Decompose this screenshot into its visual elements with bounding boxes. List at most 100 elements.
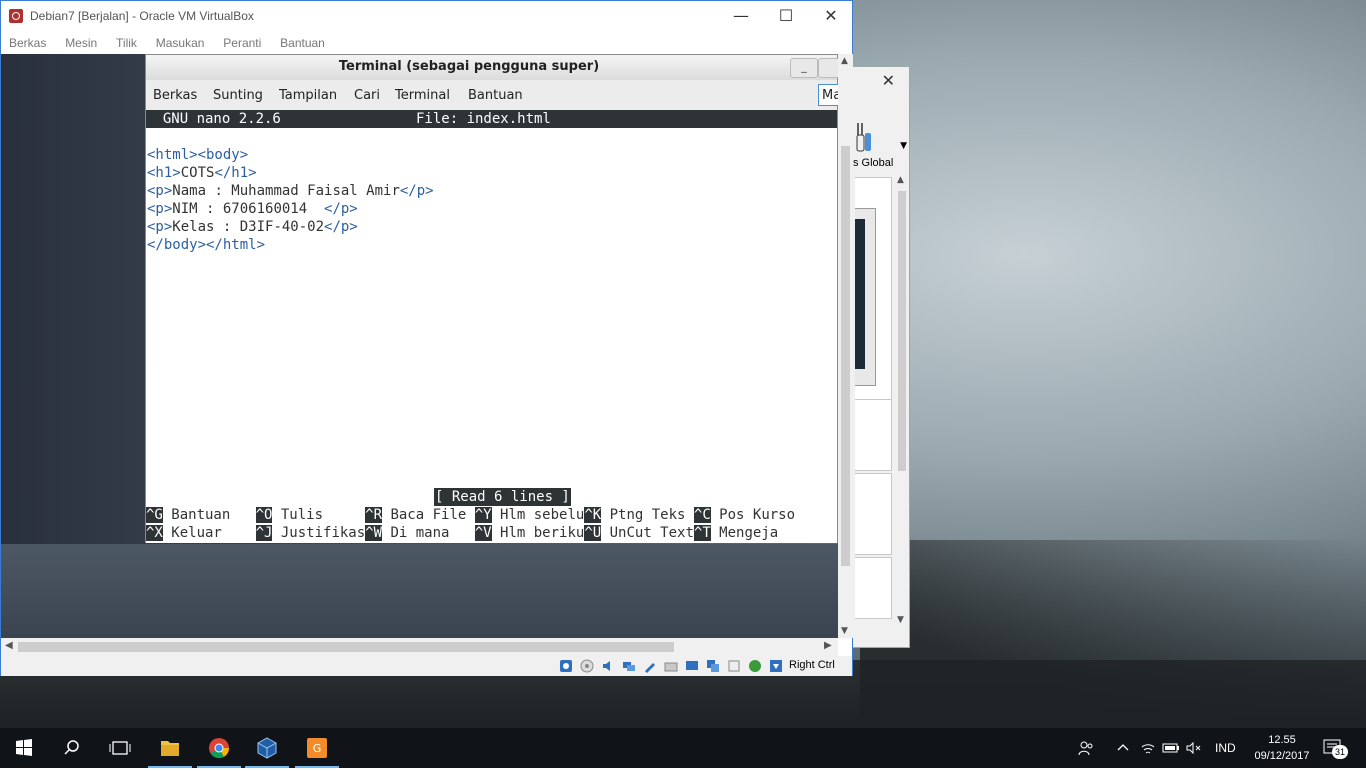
menu-masukan[interactable]: Masukan [156, 32, 205, 54]
terminal-menubar: Berkas Sunting Tampilan Cari Terminal Ba… [146, 80, 838, 111]
html-tag: <p> [147, 219, 173, 235]
clock-time: 12.55 [1268, 734, 1296, 746]
vm-vertical-scrollbar[interactable]: ▲ ▼ [838, 54, 853, 638]
shortcut-row-1: ^G Bantuan ^O Tulis ^R Baca File ^Y Hlm … [146, 506, 795, 524]
video-capture-icon[interactable] [706, 659, 720, 673]
terminal-title: Terminal (sebagai pengguna super) [338, 59, 600, 74]
code-line[interactable]: <html><body> [147, 146, 248, 164]
shortcut-key: ^G [146, 507, 163, 523]
scroll-up-icon[interactable]: ▲ [841, 56, 848, 66]
terminal-menu-sunting[interactable]: Sunting [213, 88, 263, 103]
shortcut-label: Keluar [162, 525, 256, 541]
dropdown-arrow-icon[interactable]: ▼ [900, 141, 907, 151]
html-tag: </p> [324, 219, 358, 235]
virtualbox-titlebar[interactable]: Debian7 [Berjalan] - Oracle VM VirtualBo… [1, 1, 852, 32]
host-key-label: Right Ctrl [789, 659, 835, 671]
terminal-maximize-button[interactable] [818, 58, 838, 78]
hard-disk-icon[interactable] [559, 659, 573, 673]
background-window-scrollbar[interactable]: ▲ ▼ [895, 175, 909, 625]
file-explorer-button[interactable] [146, 728, 194, 768]
virtualbox-button[interactable] [243, 728, 291, 768]
scroll-down-icon[interactable]: ▼ [841, 626, 848, 636]
global-tools-label[interactable]: s Global [853, 157, 893, 169]
nano-editor[interactable]: GNU nano 2.2.6 File: index.html <html><bo… [146, 110, 837, 543]
battery-icon[interactable] [1162, 740, 1180, 756]
code-line[interactable]: <p>Kelas : D3IF-40-02</p> [147, 218, 358, 236]
html-tag: <p> [147, 183, 173, 199]
shortcut-label: UnCut Text [601, 525, 694, 541]
minimize-button[interactable]: — [718, 1, 764, 32]
terminal-titlebar[interactable]: Terminal (sebagai pengguna super) _ [146, 55, 838, 80]
terminal-menu-cari[interactable]: Cari [354, 88, 380, 103]
scrollbar-thumb[interactable] [841, 146, 850, 566]
chevron-up-icon[interactable] [1115, 740, 1131, 756]
network-icon[interactable] [622, 659, 636, 673]
volume-muted-icon[interactable] [1186, 740, 1202, 756]
terminal-menu-overflow[interactable]: Ma [818, 84, 838, 106]
scroll-up-icon[interactable]: ▲ [897, 175, 904, 185]
search-button[interactable] [48, 728, 96, 768]
mouse-integration-icon[interactable] [769, 659, 783, 673]
scroll-left-icon[interactable]: ◀ [5, 640, 13, 651]
wallpaper-shadow [860, 540, 1366, 730]
scrollbar-thumb[interactable] [18, 642, 674, 652]
action-center-button[interactable]: 31 [1322, 738, 1348, 759]
nano-version: GNU nano 2.2.6 [146, 111, 281, 127]
code-line[interactable]: <p>Nama : Muhammad Faisal Amir</p> [147, 182, 434, 200]
code-text: NIM : 6706160014 [172, 201, 325, 217]
start-button[interactable] [0, 728, 48, 768]
shortcut-key: ^Y [474, 507, 492, 523]
shared-folder-icon[interactable] [664, 659, 678, 673]
menu-berkas[interactable]: Berkas [9, 32, 46, 54]
audio-icon[interactable] [601, 659, 615, 673]
task-view-icon [109, 741, 131, 755]
code-line[interactable]: </body></html> [147, 236, 265, 254]
maximize-button[interactable]: ☐ [763, 1, 809, 32]
clock[interactable]: 12.55 09/12/2017 [1247, 732, 1317, 764]
virtualization-icon[interactable] [748, 659, 762, 673]
shortcut-label: Di mana [382, 525, 475, 541]
menu-tilik[interactable]: Tilik [116, 32, 137, 54]
terminal-minimize-button[interactable]: _ [790, 58, 818, 78]
code-line[interactable]: <h1>COTS</h1> [147, 164, 257, 182]
usb-icon[interactable] [643, 659, 657, 673]
display-icon[interactable] [685, 659, 699, 673]
terminal-menu-bantuan[interactable]: Bantuan [468, 88, 523, 103]
code-line[interactable]: <p>NIM : 6706160014 </p> [147, 200, 358, 218]
html-tag: <html><body> [147, 147, 249, 163]
close-button[interactable]: ✕ [808, 1, 854, 32]
html-tag: <p> [147, 201, 173, 217]
terminal-menu-berkas[interactable]: Berkas [153, 88, 197, 103]
cpu-icon[interactable] [727, 659, 741, 673]
menu-mesin[interactable]: Mesin [65, 32, 97, 54]
html-tag: </h1> [214, 165, 257, 181]
shortcut-key: ^K [584, 507, 602, 523]
terminal-menu-tampilan[interactable]: Tampilan [279, 88, 337, 103]
nano-filename: File: index.html [416, 111, 551, 127]
scrollbar-thumb[interactable] [898, 191, 906, 471]
background-window-close-button[interactable]: ✕ [882, 71, 895, 90]
vm-display[interactable]: Terminal (sebagai pengguna super) _ Berk… [1, 54, 838, 638]
virtualbox-window[interactable]: Debian7 [Berjalan] - Oracle VM VirtualBo… [0, 0, 853, 676]
scroll-down-icon[interactable]: ▼ [897, 615, 904, 625]
menu-bantuan[interactable]: Bantuan [280, 32, 325, 54]
shortcut-key: ^U [584, 525, 602, 541]
virtualbox-menubar: Berkas Mesin Tilik Masukan Peranti Bantu… [1, 32, 852, 54]
shortcut-key: ^J [255, 525, 273, 541]
windows-icon [16, 739, 32, 756]
details-panel-1 [855, 399, 892, 471]
task-view-button[interactable] [96, 728, 144, 768]
virtualbox-statusbar: Right Ctrl [1, 656, 852, 676]
pdf-reader-button[interactable]: G [293, 728, 341, 768]
menu-peranti[interactable]: Peranti [223, 32, 261, 54]
chrome-button[interactable] [195, 728, 243, 768]
guest-desktop-background [1, 544, 838, 638]
people-icon[interactable] [1077, 739, 1095, 757]
terminal-menu-terminal[interactable]: Terminal [395, 88, 450, 103]
language-indicator[interactable]: IND [1215, 728, 1236, 768]
wifi-icon[interactable] [1140, 740, 1156, 756]
terminal-window[interactable]: Terminal (sebagai pengguna super) _ Berk… [145, 54, 838, 543]
scroll-right-icon[interactable]: ▶ [824, 640, 832, 651]
vm-horizontal-scrollbar[interactable]: ◀ ▶ [1, 638, 838, 656]
optical-drive-icon[interactable] [580, 659, 594, 673]
